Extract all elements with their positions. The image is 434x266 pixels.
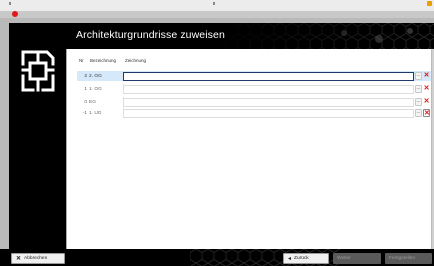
back-button[interactable]: ◂ Zurück	[283, 253, 329, 264]
window-top-strip	[0, 0, 434, 12]
arrow-left-icon: ◂	[288, 256, 292, 262]
table-row[interactable]: 2 2. OG... ✕	[77, 71, 431, 81]
dialog-header: Architekturgrundrisse zuweisen	[66, 23, 434, 49]
column-header-nr: Nr	[79, 58, 84, 63]
browse-button[interactable]: ...	[415, 85, 422, 93]
abort-button[interactable]: ✕ Abbrechen	[11, 253, 65, 264]
drawing-field[interactable]	[123, 108, 414, 118]
next-button[interactable]: Weiter	[333, 253, 381, 264]
side-panel	[9, 23, 66, 249]
dialog-footer: ✕ Abbrechen ◂ Zurück Weiter Fertigstelle…	[0, 249, 434, 266]
next-label: Weiter	[337, 256, 351, 261]
remove-icon[interactable]: ✕	[423, 109, 430, 117]
remove-icon[interactable]: ✕	[423, 85, 430, 93]
back-label: Zurück	[294, 256, 309, 261]
remove-icon[interactable]: ✕	[423, 98, 430, 106]
drawing-field[interactable]	[123, 84, 414, 94]
abort-label: Abbrechen	[24, 256, 48, 261]
row-nr: 1	[84, 86, 87, 92]
column-header-zeichnung: Zeichnung	[125, 58, 147, 63]
marker	[213, 2, 215, 5]
app-window: Architekturgrundrisse zuweisen Nr Bezeic…	[0, 0, 434, 266]
row-bezeichnung: 2. OG	[89, 73, 102, 79]
column-header-bezeichnung: Bezeichnung	[90, 58, 117, 63]
finish-button[interactable]: Fertigstellen	[385, 253, 432, 264]
close-icon: ✕	[16, 256, 22, 262]
table-row[interactable]: 1 1. OG... ✕	[77, 84, 431, 94]
row-nr: -1	[82, 110, 87, 116]
header-hex-pattern	[214, 23, 434, 49]
browse-button[interactable]: ...	[415, 72, 422, 80]
row-nr: 0	[84, 99, 87, 105]
finish-label: Fertigstellen	[389, 256, 416, 261]
drawing-field[interactable]	[123, 71, 414, 81]
drawing-field[interactable]	[123, 97, 414, 107]
table-row[interactable]: -1 1. UG... ✕	[77, 108, 431, 118]
row-bezeichnung: EG	[89, 99, 96, 105]
row-bezeichnung: 1. UG	[89, 110, 102, 116]
floorplan-logo-icon	[21, 50, 55, 92]
close-window-icon[interactable]	[12, 11, 18, 17]
browse-button[interactable]: ...	[415, 109, 422, 117]
dialog-title: Architekturgrundrisse zuweisen	[76, 29, 225, 41]
status-icon	[427, 1, 432, 6]
table-row[interactable]: 0 EG... ✕	[77, 97, 431, 107]
marker	[9, 2, 11, 5]
browse-button[interactable]: ...	[415, 98, 422, 106]
row-nr: 2	[84, 73, 87, 79]
row-bezeichnung: 1. OG	[89, 86, 102, 92]
remove-icon[interactable]: ✕	[423, 72, 430, 80]
